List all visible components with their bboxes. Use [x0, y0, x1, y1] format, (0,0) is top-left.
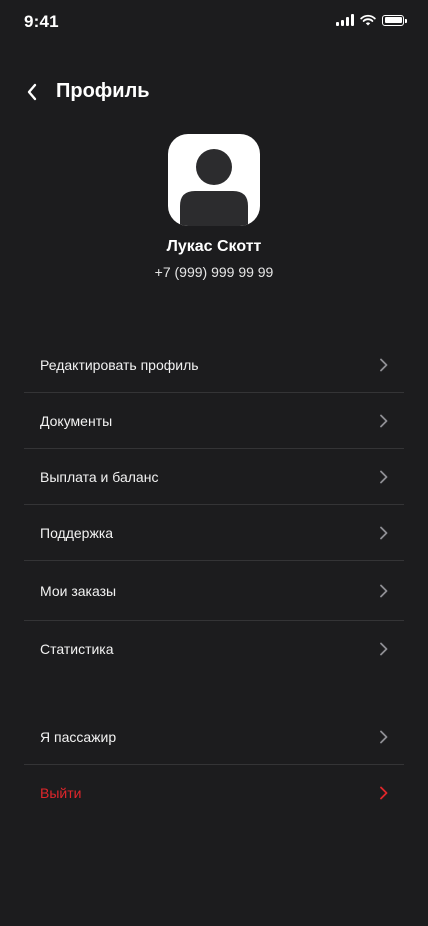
chevron-right-icon — [380, 584, 388, 597]
logout-button[interactable]: Выйти — [24, 765, 404, 821]
menu-item-label: Документы — [40, 412, 113, 429]
menu-item-label: Статистика — [40, 641, 114, 657]
chevron-right-icon — [380, 470, 388, 483]
menu-item-my-orders[interactable]: Мои заказы — [24, 561, 404, 621]
chevron-right-icon — [380, 786, 388, 800]
user-phone: +7 (999) 999 99 99 — [154, 264, 274, 280]
menu-item-statistics[interactable]: Статистика — [24, 621, 404, 677]
chevron-right-icon — [380, 642, 388, 656]
battery-icon — [382, 14, 407, 26]
chevron-right-icon — [380, 730, 388, 743]
wifi-icon — [360, 14, 376, 26]
menu-item-support[interactable]: Поддержка — [24, 505, 404, 561]
chevron-left-icon — [27, 83, 37, 101]
chevron-right-icon — [380, 414, 388, 427]
menu-item-label: Выплата и баланс — [40, 468, 159, 485]
avatar[interactable] — [168, 134, 260, 226]
header: Профиль — [0, 72, 428, 112]
logout-label: Выйти — [40, 785, 82, 801]
user-name: Лукас Скотт — [166, 238, 262, 255]
menu-item-documents[interactable]: Документы — [24, 393, 404, 449]
page-title: Профиль — [56, 80, 150, 102]
menu-item-payout-balance[interactable]: Выплата и баланс — [24, 449, 404, 505]
menu-item-label: Я пассажир — [40, 728, 117, 745]
status-icons — [336, 14, 407, 26]
chevron-right-icon — [380, 358, 388, 371]
chevron-right-icon — [380, 526, 388, 539]
signal-icon — [336, 14, 354, 26]
status-time: 9:41 — [24, 12, 59, 31]
menu-item-edit-profile[interactable]: Редактировать профиль — [24, 337, 404, 393]
menu-item-label: Мои заказы — [40, 582, 117, 599]
user-silhouette-icon — [180, 149, 248, 226]
back-button[interactable] — [20, 80, 44, 104]
menu-item-label: Поддержка — [40, 524, 114, 541]
menu-item-label: Редактировать профиль — [40, 356, 199, 373]
status-bar: 9:41 — [0, 0, 428, 44]
menu-item-passenger-mode[interactable]: Я пассажир — [24, 709, 404, 765]
